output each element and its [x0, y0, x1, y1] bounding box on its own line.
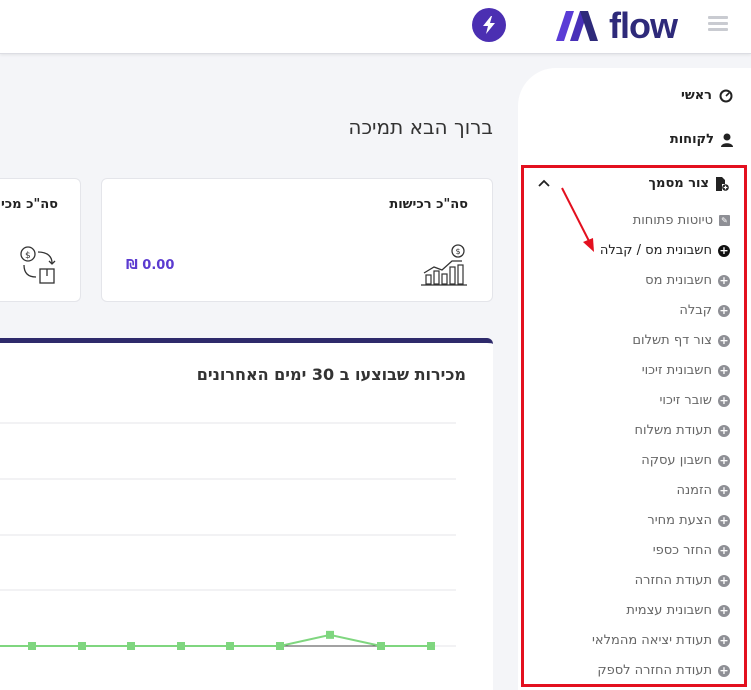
- data-point[interactable]: [226, 642, 234, 650]
- sidebar-item-create-document[interactable]: צור מסמך: [649, 176, 729, 191]
- plus-circle-icon: +: [718, 603, 730, 617]
- plus-circle-icon: +: [718, 513, 730, 527]
- svg-text:$: $: [25, 251, 31, 261]
- plus-circle-icon: +: [718, 663, 730, 677]
- submenu-item-label: תעודת יציאה מהמלאי: [592, 633, 712, 648]
- submenu-item-label: שובר זיכוי: [659, 393, 712, 408]
- document-add-icon: [716, 176, 729, 191]
- data-point[interactable]: [326, 630, 334, 639]
- submenu-item-label: תעודת החזרה: [634, 573, 712, 588]
- submenu-item-drafts[interactable]: ✎ טיוטות פתוחות: [633, 213, 730, 228]
- chevron-up-icon[interactable]: [538, 179, 550, 187]
- logo-text: flow: [609, 5, 678, 46]
- submenu-item-refund[interactable]: + החזר כספי: [653, 543, 730, 558]
- submenu-item-order[interactable]: + הזמנה: [676, 483, 730, 498]
- plus-circle-icon: +: [718, 483, 730, 497]
- sales-line-chart: [0, 422, 456, 650]
- card-title: סה"כ רכישות: [389, 197, 468, 212]
- data-point[interactable]: [177, 642, 185, 650]
- submenu-item-label: חשבונית זיכוי: [641, 363, 712, 378]
- brand-logo[interactable]: flow: [556, 5, 678, 46]
- menu-toggle-icon[interactable]: [708, 16, 728, 32]
- plus-circle-icon: +: [718, 543, 730, 557]
- plus-circle-icon: +: [718, 453, 730, 467]
- purchases-card: סה"כ רכישות 0.00 ₪ $: [101, 178, 493, 302]
- plus-circle-icon: +: [718, 573, 730, 587]
- data-point[interactable]: [28, 642, 36, 650]
- submenu-item-supplier-return[interactable]: + תעודת החזרה לספק: [597, 663, 730, 678]
- pencil-icon: ✎: [719, 215, 730, 226]
- dashboard-gauge-icon: [719, 89, 733, 102]
- page-title: ברוך הבא תמיכה: [348, 115, 493, 139]
- create-document-menu: צור מסמך ✎ טיוטות פתוחות + חשבונית מס / …: [521, 165, 747, 687]
- data-point[interactable]: [276, 642, 284, 650]
- plus-circle-icon: +: [718, 393, 730, 407]
- submenu-item-price-quote[interactable]: + הצעת מחיר: [647, 513, 730, 528]
- submenu-item-label: חשבון עסקה: [641, 453, 712, 468]
- sidebar-item-label: צור מסמך: [648, 176, 709, 191]
- submenu-item-receipt[interactable]: + קבלה: [679, 303, 730, 318]
- plus-circle-icon: +: [718, 303, 730, 317]
- plus-circle-icon: +: [718, 633, 730, 647]
- submenu-item-label: תעודת החזרה לספק: [597, 663, 712, 678]
- submenu-item-stock-exit[interactable]: + תעודת יציאה מהמלאי: [592, 633, 730, 648]
- plus-circle-icon: +: [718, 243, 730, 257]
- submenu-item-label: הזמנה: [676, 483, 712, 498]
- svg-text:$: $: [456, 247, 461, 256]
- data-point[interactable]: [427, 642, 435, 650]
- data-point[interactable]: [127, 642, 135, 650]
- money-exchange-icon: $: [20, 246, 56, 284]
- submenu-item-label: הצעת מחיר: [647, 513, 712, 528]
- submenu-item-label: החזר כספי: [652, 543, 712, 558]
- bolt-icon[interactable]: [472, 8, 506, 42]
- submenu-item-label: חשבונית מס / קבלה: [599, 243, 712, 258]
- submenu-item-tax-invoice[interactable]: + חשבונית מס: [645, 273, 730, 288]
- submenu-item-deal-invoice[interactable]: + חשבון עסקה: [641, 453, 730, 468]
- sidebar-item-customers[interactable]: לקוחות: [670, 132, 733, 147]
- submenu-item-label: חשבונית מס: [645, 273, 712, 288]
- sidebar-item-label: ראשי: [681, 88, 712, 103]
- submenu-item-return-note[interactable]: + תעודת החזרה: [635, 573, 730, 588]
- sidebar-item-label: לקוחות: [669, 132, 714, 147]
- sales-chart-panel: מכירות שבוצעו ב 30 ימים האחרונים: [0, 338, 493, 690]
- user-icon: [721, 133, 733, 147]
- submenu-item-label: חשבונית עצמית: [626, 603, 712, 618]
- card-title: סה"כ מכי: [0, 197, 58, 212]
- series-line: [0, 633, 431, 647]
- growth-chart-icon: $: [421, 244, 467, 286]
- submenu-item-label: צור דף תשלום: [632, 333, 712, 348]
- submenu-item-label: טיוטות פתוחות: [632, 213, 713, 228]
- sidebar-item-home[interactable]: ראשי: [681, 88, 733, 103]
- logo-mark-icon: [556, 11, 598, 41]
- card-value: 0.00 ₪: [126, 258, 175, 273]
- submenu-item-credit-invoice[interactable]: + חשבונית זיכוי: [642, 363, 730, 378]
- submenu-item-delivery-note[interactable]: + תעודת משלוח: [635, 423, 730, 438]
- top-bar: flow: [0, 0, 751, 54]
- sales-card: סה"כ מכי $: [0, 178, 81, 302]
- plus-circle-icon: +: [718, 423, 730, 437]
- submenu-item-payment-page[interactable]: + צור דף תשלום: [632, 333, 730, 348]
- plus-circle-icon: +: [718, 273, 730, 287]
- submenu-item-label: תעודת משלוח: [634, 423, 712, 438]
- submenu-item-credit-voucher[interactable]: + שובר זיכוי: [660, 393, 730, 408]
- plus-circle-icon: +: [718, 333, 730, 347]
- data-point[interactable]: [377, 642, 385, 650]
- plus-circle-icon: +: [718, 363, 730, 377]
- submenu-item-label: קבלה: [679, 303, 712, 318]
- submenu-item-self-invoice[interactable]: + חשבונית עצמית: [626, 603, 730, 618]
- data-point[interactable]: [78, 642, 86, 650]
- submenu-item-tax-invoice-receipt[interactable]: + חשבונית מס / קבלה: [600, 243, 730, 258]
